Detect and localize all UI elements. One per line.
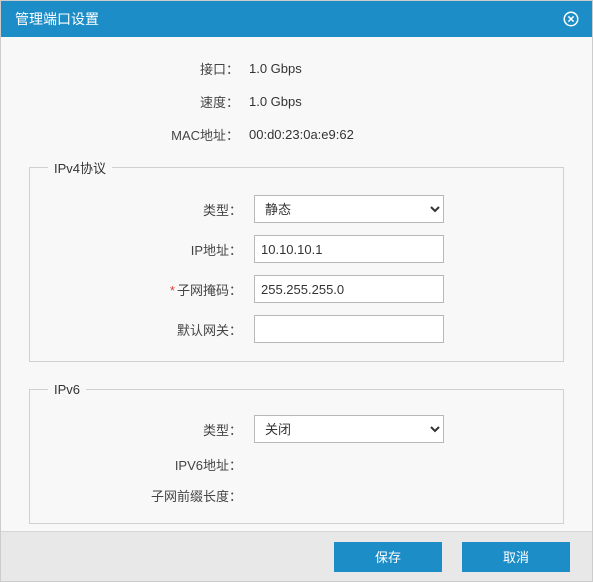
ipv4-type-select[interactable]: 静态 [254, 195, 444, 223]
ipv4-mask-row: *子网掩码： [44, 275, 549, 303]
ipv4-mask-label: *子网掩码： [44, 280, 254, 299]
ipv4-ip-input[interactable] [254, 235, 444, 263]
ipv6-type-row: 类型： 关闭 [44, 415, 549, 443]
speed-value: 1.0 Gbps [249, 94, 302, 109]
ipv4-ip-label: IP地址： [44, 240, 254, 259]
ipv4-type-row: 类型： 静态 [44, 195, 549, 223]
ipv4-mask-input[interactable] [254, 275, 444, 303]
save-button[interactable]: 保存 [334, 542, 442, 572]
info-row-mac: MAC地址： 00:d0:23:0a:e9:62 [29, 125, 564, 144]
required-asterisk: * [170, 283, 175, 298]
mac-label: MAC地址： [29, 125, 249, 144]
close-icon [562, 10, 580, 28]
ipv4-gateway-input[interactable] [254, 315, 444, 343]
ipv4-ip-row: IP地址： [44, 235, 549, 263]
cancel-button[interactable]: 取消 [462, 542, 570, 572]
dialog: 管理端口设置 接口： 1.0 Gbps 速度： 1.0 Gbps MAC地址： … [0, 0, 593, 582]
dialog-footer: 保存 取消 [1, 531, 592, 581]
titlebar: 管理端口设置 [1, 1, 592, 37]
ipv6-type-select[interactable]: 关闭 [254, 415, 444, 443]
interface-label: 接口： [29, 59, 249, 78]
ipv4-mask-label-text: 子网掩码： [177, 283, 242, 298]
dialog-body: 接口： 1.0 Gbps 速度： 1.0 Gbps MAC地址： 00:d0:2… [1, 37, 592, 531]
ipv6-prefix-row: 子网前缀长度： [44, 486, 549, 505]
ipv6-type-label: 类型： [44, 420, 254, 439]
ipv4-legend: IPv4协议 [48, 158, 112, 177]
info-row-interface: 接口： 1.0 Gbps [29, 59, 564, 78]
ipv6-addr-row: IPV6地址： [44, 455, 549, 474]
ipv4-type-label: 类型： [44, 200, 254, 219]
info-row-speed: 速度： 1.0 Gbps [29, 92, 564, 111]
speed-label: 速度： [29, 92, 249, 111]
ipv4-gateway-label: 默认网关： [44, 320, 254, 339]
mac-value: 00:d0:23:0a:e9:62 [249, 127, 354, 142]
ipv6-prefix-label: 子网前缀长度： [44, 486, 254, 505]
interface-value: 1.0 Gbps [249, 61, 302, 76]
close-button[interactable] [560, 8, 582, 30]
ipv6-legend: IPv6 [48, 382, 86, 397]
ipv6-group: IPv6 类型： 关闭 IPV6地址： 子网前缀长度： [29, 382, 564, 524]
ipv6-addr-label: IPV6地址： [44, 455, 254, 474]
ipv4-group: IPv4协议 类型： 静态 IP地址： *子网掩码： [29, 158, 564, 362]
dialog-title: 管理端口设置 [15, 9, 99, 29]
ipv4-gateway-row: 默认网关： [44, 315, 549, 343]
